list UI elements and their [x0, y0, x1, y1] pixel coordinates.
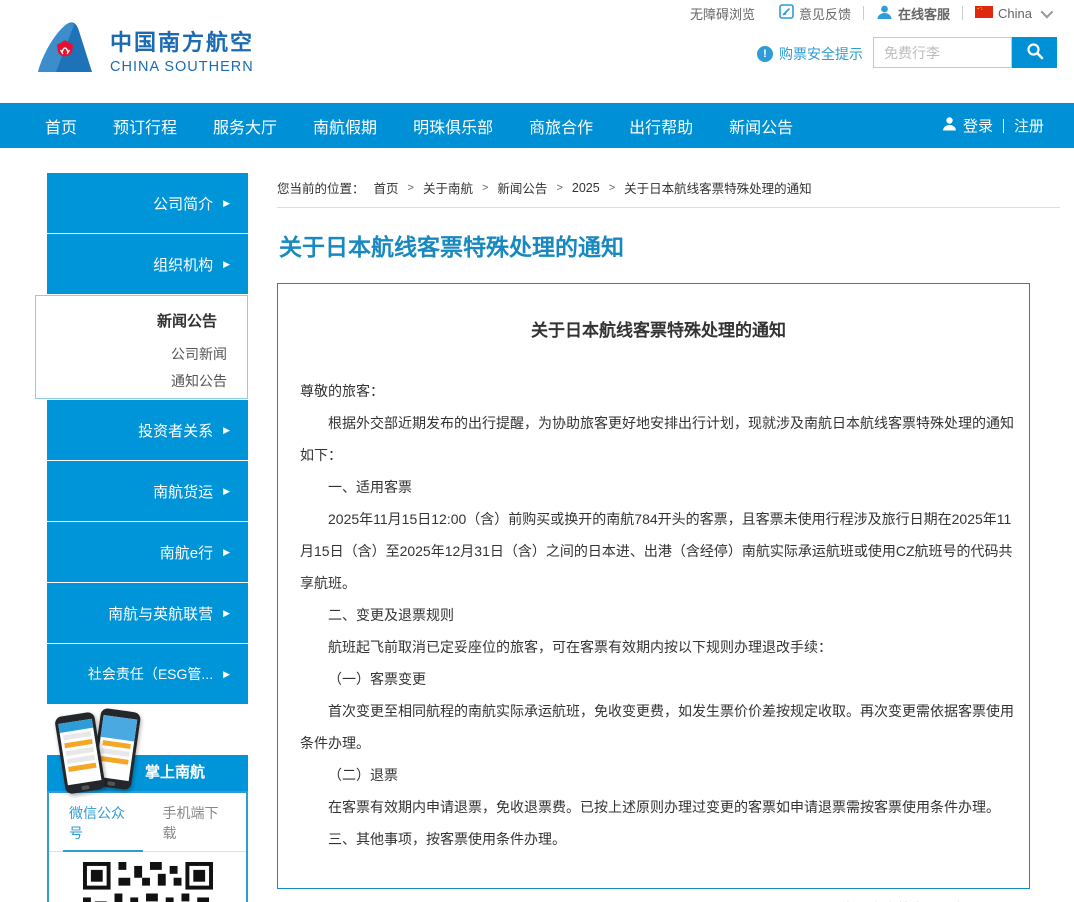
nav-item-holidays[interactable]: 南航假期 [313, 114, 377, 138]
site-search [873, 37, 1057, 68]
header: 无障碍浏览 意见反馈 在线客服 China [0, 0, 1074, 103]
login-link[interactable]: 登录 [963, 115, 993, 136]
feedback-label: 意见反馈 [799, 4, 851, 23]
notice-paragraph: 2025年11月15日12:00（含）前购买或换开的南航784开头的客票，且客票… [300, 503, 1017, 599]
user-icon [942, 116, 957, 135]
breadcrumb-separator: > [556, 182, 562, 194]
qr-code-image [83, 862, 213, 902]
nav-item-booking[interactable]: 预订行程 [113, 114, 177, 138]
qr-widget: 微信公众号 手机端下载 [47, 791, 248, 902]
search-input[interactable] [873, 37, 1012, 68]
feedback-link[interactable]: 意见反馈 [767, 4, 863, 23]
brand-name-cn: 中国南方航空 [110, 25, 254, 57]
nav-item-travel-help[interactable]: 出行帮助 [629, 114, 693, 138]
arrow-right-icon: ▶ [223, 548, 230, 557]
sidebar-item-ba-joint-venture[interactable]: 南航与英航联营 ▶ [47, 583, 248, 643]
register-link[interactable]: 注册 [1014, 115, 1044, 136]
nav-item-sky-pearl-club[interactable]: 明珠俱乐部 [413, 114, 493, 138]
arrow-right-icon: ▶ [223, 199, 230, 208]
china-flag-icon [975, 6, 993, 21]
notice-paragraph: （一）客票变更 [300, 663, 1017, 695]
arrow-right-icon: ▶ [223, 260, 230, 269]
tab-wechat-official[interactable]: 微信公众号 [63, 801, 143, 852]
page-title: 关于日本航线客票特殊处理的通知 [279, 228, 624, 262]
chevron-down-icon [1041, 5, 1054, 18]
breadcrumb-separator: > [609, 182, 615, 194]
search-button[interactable] [1012, 37, 1057, 68]
ticket-safety-tip-link[interactable]: ! 购票安全提示 [757, 44, 863, 64]
sidebar-item-label: 南航货运 [153, 481, 213, 502]
notice-paragraph: 一、适用客票 [300, 471, 1017, 503]
page: 无障碍浏览 意见反馈 在线客服 China [0, 0, 1074, 902]
notice-paragraph: 尊敬的旅客： [300, 375, 1017, 407]
info-icon: ! [757, 46, 773, 62]
breadcrumb-separator: > [482, 182, 488, 194]
brand-logo[interactable]: 中国南方航空 CHINA SOUTHERN [34, 20, 254, 79]
breadcrumb-current: 关于日本航线客票特殊处理的通知 [624, 178, 812, 197]
breadcrumb-home[interactable]: 首页 [374, 178, 399, 197]
sidebar-item-label: 南航与英航联营 [108, 603, 213, 624]
safety-tip-label: 购票安全提示 [779, 44, 863, 64]
notice-title: 关于日本航线客票特殊处理的通知 [300, 316, 1017, 341]
sidebar-item-label: 公司简介 [153, 193, 213, 214]
sidebar-item-label: 南航e行 [160, 542, 213, 563]
sidebar-item-esg[interactable]: 社会责任（ESG管... ▶ [47, 644, 248, 704]
signature-company: 中国南方航空股份有限公司 [300, 889, 1009, 902]
breadcrumb-label: 您当前的位置： [277, 178, 365, 197]
accessibility-link[interactable]: 无障碍浏览 [678, 4, 767, 23]
divider [1003, 119, 1004, 133]
sidebar-subitem-company-news[interactable]: 公司新闻 [36, 337, 247, 364]
notice-content-box: 关于日本航线客票特殊处理的通知 尊敬的旅客： 根据外交部近期发布的出行提醒，为协… [277, 283, 1030, 889]
breadcrumb-news[interactable]: 新闻公告 [497, 178, 547, 197]
sidebar-item-cargo[interactable]: 南航货运 ▶ [47, 461, 248, 521]
brand-text: 中国南方航空 CHINA SOUTHERN [110, 25, 254, 75]
auth-area: 登录 注册 [942, 103, 1044, 148]
arrow-right-icon: ▶ [223, 426, 230, 435]
tab-app-download[interactable]: 手机端下载 [157, 801, 237, 851]
arrow-right-icon: ▶ [223, 487, 230, 496]
sidebar-active-section: 新闻公告 公司新闻 通知公告 [35, 295, 248, 399]
nav-item-service-hall[interactable]: 服务大厅 [213, 114, 277, 138]
notice-paragraph: 根据外交部近期发布的出行提醒，为协助旅客更好地安排出行计划，现就涉及南航日本航线… [300, 407, 1017, 471]
qr-tabs: 微信公众号 手机端下载 [49, 793, 246, 852]
sidebar-item-e-travel[interactable]: 南航e行 ▶ [47, 522, 248, 582]
notice-paragraph: 二、变更及退票规则 [300, 599, 1017, 631]
brand-name-en: CHINA SOUTHERN [110, 59, 254, 75]
region-label: China [998, 6, 1032, 21]
breadcrumb-separator: > [408, 182, 414, 194]
breadcrumb: 您当前的位置： 首页 > 关于南航 > 新闻公告 > 2025 > 关于日本航线… [277, 178, 1060, 208]
notice-paragraph: 航班起飞前取消已定妥座位的旅客，可在客票有效期内按以下规则办理退改手续： [300, 631, 1017, 663]
sidebar-item-label: 组织机构 [153, 254, 213, 275]
search-icon [1026, 42, 1044, 63]
breadcrumb-about[interactable]: 关于南航 [423, 178, 473, 197]
sidebar-item-label: 社会责任（ESG管... [88, 664, 213, 684]
sidebar-item-label: 投资者关系 [138, 420, 213, 441]
online-service-label: 在线客服 [898, 4, 950, 23]
breadcrumb-year[interactable]: 2025 [572, 181, 600, 195]
arrow-right-icon: ▶ [223, 609, 230, 618]
notice-paragraph: 首次变更至相同航程的南航实际承运航班，免收变更费，如发生票价价差按规定收取。再次… [300, 695, 1017, 759]
sidebar-item-investor-relations[interactable]: 投资者关系 ▶ [47, 400, 248, 460]
sidebar-item-company-profile[interactable]: 公司简介 ▶ [47, 173, 248, 233]
sidebar-item-organization[interactable]: 组织机构 ▶ [47, 234, 248, 294]
nav-item-news[interactable]: 新闻公告 [729, 114, 793, 138]
main-nav: 首页 预订行程 服务大厅 南航假期 明珠俱乐部 商旅合作 出行帮助 新闻公告 登… [0, 103, 1074, 148]
notice-paragraph: （二）退票 [300, 759, 1017, 791]
feedback-icon [779, 4, 794, 22]
nav-item-business-travel[interactable]: 商旅合作 [529, 114, 593, 138]
notice-paragraph: 三、其他事项，按客票使用条件办理。 [300, 823, 1017, 855]
region-selector[interactable]: China [963, 6, 1062, 21]
airline-tailfin-icon [34, 20, 98, 79]
customer-service-icon [876, 4, 893, 23]
notice-paragraph: 在客票有效期内申请退票，免收退票费。已按上述原则办理过变更的客票如申请退票需按客… [300, 791, 1017, 823]
sidebar-item-news-announcements[interactable]: 新闻公告 [36, 296, 247, 337]
online-service-link[interactable]: 在线客服 [864, 4, 962, 23]
nav-item-home[interactable]: 首页 [45, 114, 77, 138]
signature-block: 中国南方航空股份有限公司 2025年11月15日 [300, 889, 1017, 902]
arrow-right-icon: ▶ [223, 670, 230, 679]
sidebar-subitem-notices[interactable]: 通知公告 [36, 364, 247, 391]
